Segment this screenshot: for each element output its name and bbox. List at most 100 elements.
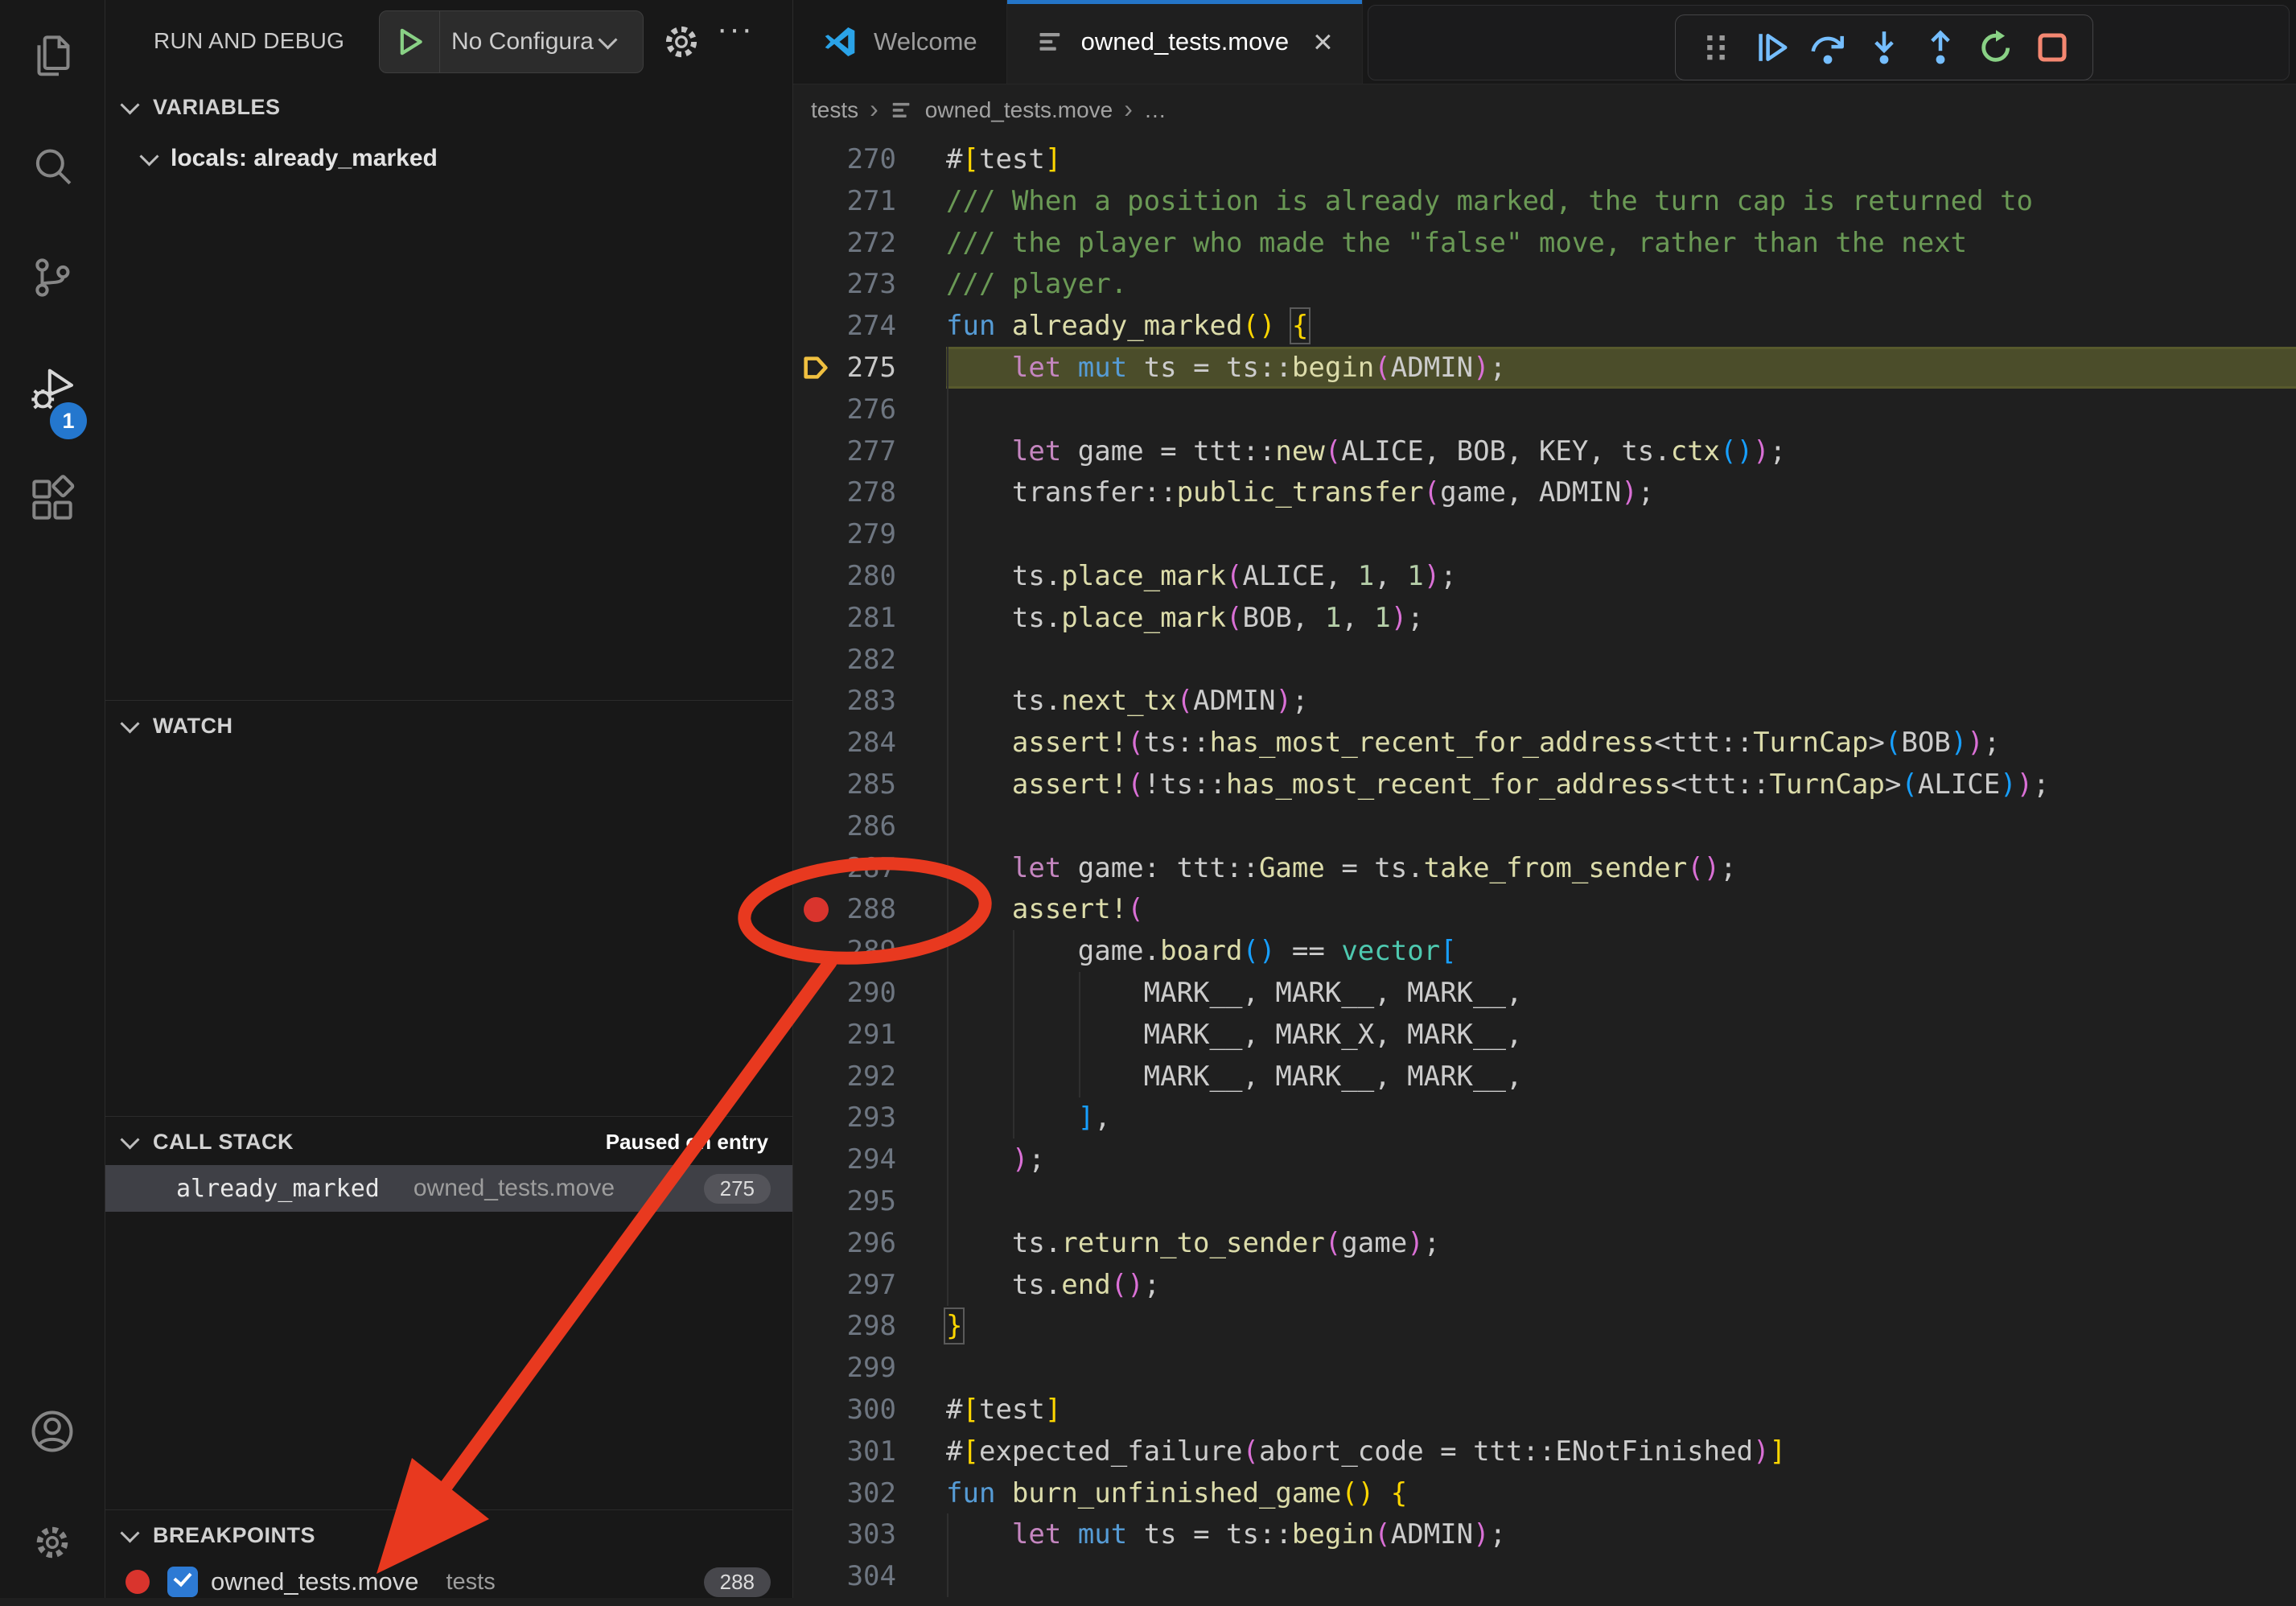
code-text: ], [946,1097,1111,1139]
line-number[interactable]: 291 [825,1014,896,1056]
line-number[interactable]: 285 [825,764,896,805]
activity-item-extensions[interactable] [0,444,105,555]
line-number[interactable]: 283 [825,680,896,722]
section-label: BREAKPOINTS [153,1523,315,1548]
breadcrumb: tests › owned_tests.move › … [793,84,2296,136]
line-number[interactable]: 288 [825,888,896,930]
code-line: 283 ts.next_tx(ADMIN); [793,680,2296,722]
line-number[interactable]: 276 [825,389,896,430]
activity-item-account[interactable] [0,1376,105,1487]
line-number[interactable]: 298 [825,1305,896,1347]
line-number[interactable]: 287 [825,847,896,889]
continue-button[interactable] [1747,22,1798,73]
line-number[interactable]: 300 [825,1389,896,1431]
line-number[interactable]: 302 [825,1472,896,1514]
line-number[interactable]: 281 [825,597,896,639]
breadcrumb-item-file[interactable]: owned_tests.move [925,97,1113,123]
step-into-icon [1865,28,1903,67]
code-text: /// When a position is already marked, t… [946,180,2033,222]
variables-scope-row[interactable]: locals: already_marked [105,135,792,182]
breakpoint-dot-icon[interactable] [804,897,829,922]
breadcrumb-item-tests[interactable]: tests [811,97,858,123]
line-number[interactable]: 280 [825,555,896,597]
line-number[interactable]: 282 [825,639,896,681]
move-file-icon [1036,27,1065,56]
code-line: 292 MARK__, MARK__, MARK__, [793,1056,2296,1097]
line-number[interactable]: 293 [825,1097,896,1139]
activity-item-search[interactable] [0,111,105,222]
line-number[interactable]: 274 [825,305,896,347]
code-text: #[expected_failure(abort_code = ttt::ENo… [946,1431,1786,1472]
line-number[interactable]: 284 [825,722,896,764]
line-number[interactable]: 289 [825,930,896,972]
section-label: WATCH [153,714,232,739]
line-number[interactable]: 279 [825,513,896,555]
line-number[interactable]: 303 [825,1513,896,1555]
code-text: assert!( [946,888,1144,930]
call-stack-frame-row[interactable]: already_marked owned_tests.move 275 [105,1165,792,1212]
line-number[interactable]: 297 [825,1264,896,1306]
code-text: } [946,1305,962,1347]
breakpoint-dot-icon [125,1570,150,1594]
section-variables[interactable]: VARIABLES [105,82,792,132]
breakpoint-row[interactable]: owned_tests.move tests 288 [105,1558,792,1606]
start-debugging-button[interactable] [380,11,440,72]
step-over-button[interactable] [1802,22,1854,73]
code-line: 277 let game = ttt::new(ALICE, BOB, KEY,… [793,430,2296,472]
more-actions-button[interactable]: ··· [717,11,754,47]
line-number[interactable]: 294 [825,1139,896,1180]
code-line: 302fun burn_unfinished_game() { [793,1472,2296,1514]
configuration-dropdown[interactable]: No Configura [451,28,601,56]
activity-item-source-control[interactable] [0,222,105,333]
line-number[interactable]: 290 [825,972,896,1014]
tab-welcome[interactable]: Welcome [793,0,1007,84]
step-out-button[interactable] [1915,22,1966,73]
activity-item-explorer[interactable] [0,0,105,111]
section-watch[interactable]: WATCH [105,700,792,751]
debug-settings-button[interactable] [659,19,704,64]
code-line: 272/// the player who made the "false" m… [793,222,2296,264]
files-icon [27,30,78,81]
line-number[interactable]: 295 [825,1180,896,1222]
line-number[interactable]: 275 [825,347,896,389]
frame-file: owned_tests.move [414,1175,615,1202]
chevron-down-icon [120,1130,139,1149]
line-number[interactable]: 304 [825,1555,896,1597]
breakpoint-line-badge: 288 [704,1567,771,1597]
code-area[interactable]: 270 #[test] 271 /// When a position is alre… [793,138,2296,1598]
section-breakpoints[interactable]: BREAKPOINTS [105,1509,792,1560]
line-number[interactable]: 273 [825,263,896,305]
line-number[interactable]: 299 [825,1347,896,1389]
gear-icon [31,1522,73,1563]
code-line: 301 #[expected_failure(abort_code = ttt::… [793,1431,2296,1472]
code-line: 295 [793,1180,2296,1222]
breakpoint-checkbox[interactable] [167,1567,198,1597]
code-line: 278 transfer::public_transfer(game, ADMI… [793,472,2296,513]
close-icon[interactable]: × [1313,25,1333,59]
tab-owned-tests-move[interactable]: owned_tests.move × [1007,0,1363,84]
line-number[interactable]: 277 [825,430,896,472]
code-text: #[test] [946,1389,1061,1431]
code-line: 271 /// When a position is already marked… [793,180,2296,222]
restart-button[interactable] [1970,22,2022,73]
stop-button[interactable] [2026,22,2078,73]
line-number[interactable]: 292 [825,1056,896,1097]
search-icon [27,141,78,192]
activity-item-run-and-debug[interactable]: 1 [0,333,105,444]
line-number[interactable]: 270 [825,138,896,180]
section-call-stack[interactable]: CALL STACK Paused on entry [105,1116,792,1167]
breadcrumb-item-symbol[interactable]: … [1144,97,1167,123]
line-number[interactable]: 278 [825,472,896,513]
line-number[interactable]: 296 [825,1222,896,1264]
toolbar-drag-handle[interactable] [1690,22,1742,73]
run-and-debug-sidebar: RUN AND DEBUG No Configura ··· [105,0,793,1598]
line-number[interactable]: 272 [825,222,896,264]
line-number[interactable]: 286 [825,805,896,847]
line-number[interactable]: 301 [825,1431,896,1472]
line-number[interactable]: 271 [825,180,896,222]
code-text: MARK__, MARK__, MARK__, [946,972,1522,1014]
step-into-button[interactable] [1858,22,1910,73]
tab-label: Welcome [874,27,977,56]
chevron-down-icon [598,30,617,49]
activity-item-settings[interactable] [0,1487,105,1598]
